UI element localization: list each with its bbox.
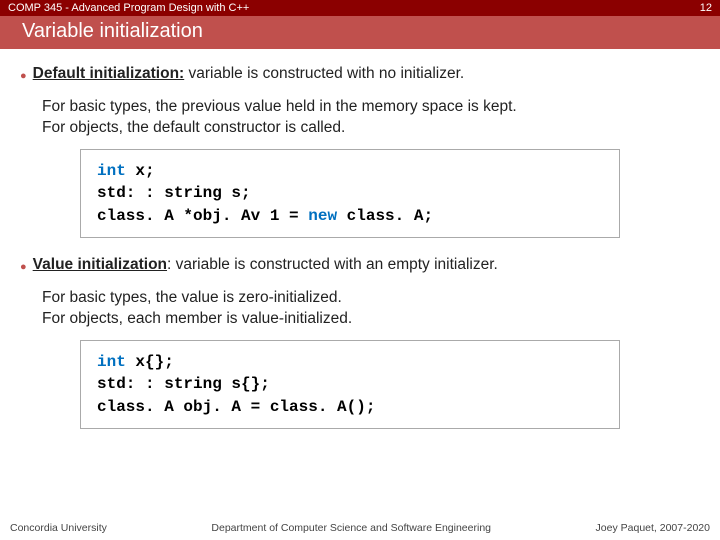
sub-default-line2: For objects, the default constructor is … xyxy=(42,118,700,139)
bullet-dot-icon: ● xyxy=(20,256,27,278)
code-text: x{}; xyxy=(126,353,174,371)
code-text: class. A obj. A = class. A(); xyxy=(97,398,375,416)
content-area: ● Default initialization: variable is co… xyxy=(0,49,720,518)
bullet-value-init: ● Value initialization: variable is cons… xyxy=(20,256,700,278)
sub-value: For basic types, the value is zero-initi… xyxy=(42,288,700,330)
code-text: class. A; xyxy=(337,207,433,225)
sub-value-line1: For basic types, the value is zero-initi… xyxy=(42,288,700,309)
bullet-default-init: ● Default initialization: variable is co… xyxy=(20,65,700,87)
slide: COMP 345 - Advanced Program Design with … xyxy=(0,0,720,540)
bullet-text: Value initialization: variable is constr… xyxy=(33,256,498,274)
code-text: std: : string s{}; xyxy=(97,373,603,395)
code-value: int x{}; std: : string s{}; class. A obj… xyxy=(80,340,620,429)
rest-value: : variable is constructed with an empty … xyxy=(167,256,498,273)
sub-default-line1: For basic types, the previous value held… xyxy=(42,97,700,118)
course-label: COMP 345 - Advanced Program Design with … xyxy=(8,2,249,14)
code-text: std: : string s; xyxy=(97,182,603,204)
term-value: Value initialization xyxy=(33,256,167,273)
sub-value-line2: For objects, each member is value-initia… xyxy=(42,309,700,330)
code-text: x; xyxy=(126,162,155,180)
page-number: 12 xyxy=(700,2,712,14)
code-kw: new xyxy=(308,207,337,225)
footer-left: Concordia University xyxy=(10,522,107,534)
code-kw: int xyxy=(97,162,126,180)
rest-default: variable is constructed with no initiali… xyxy=(184,65,464,82)
bullet-text: Default initialization: variable is cons… xyxy=(33,65,465,83)
code-kw: int xyxy=(97,353,126,371)
slide-title: Variable initialization xyxy=(0,16,720,49)
sub-default: For basic types, the previous value held… xyxy=(42,97,700,139)
footer: Concordia University Department of Compu… xyxy=(0,518,720,540)
code-default: int x; std: : string s; class. A *obj. A… xyxy=(80,149,620,238)
footer-right: Joey Paquet, 2007-2020 xyxy=(596,522,710,534)
top-bar: COMP 345 - Advanced Program Design with … xyxy=(0,0,720,16)
footer-center: Department of Computer Science and Softw… xyxy=(211,522,491,534)
bullet-dot-icon: ● xyxy=(20,65,27,87)
term-default: Default initialization: xyxy=(33,65,185,82)
code-text: class. A *obj. Av 1 = xyxy=(97,207,308,225)
